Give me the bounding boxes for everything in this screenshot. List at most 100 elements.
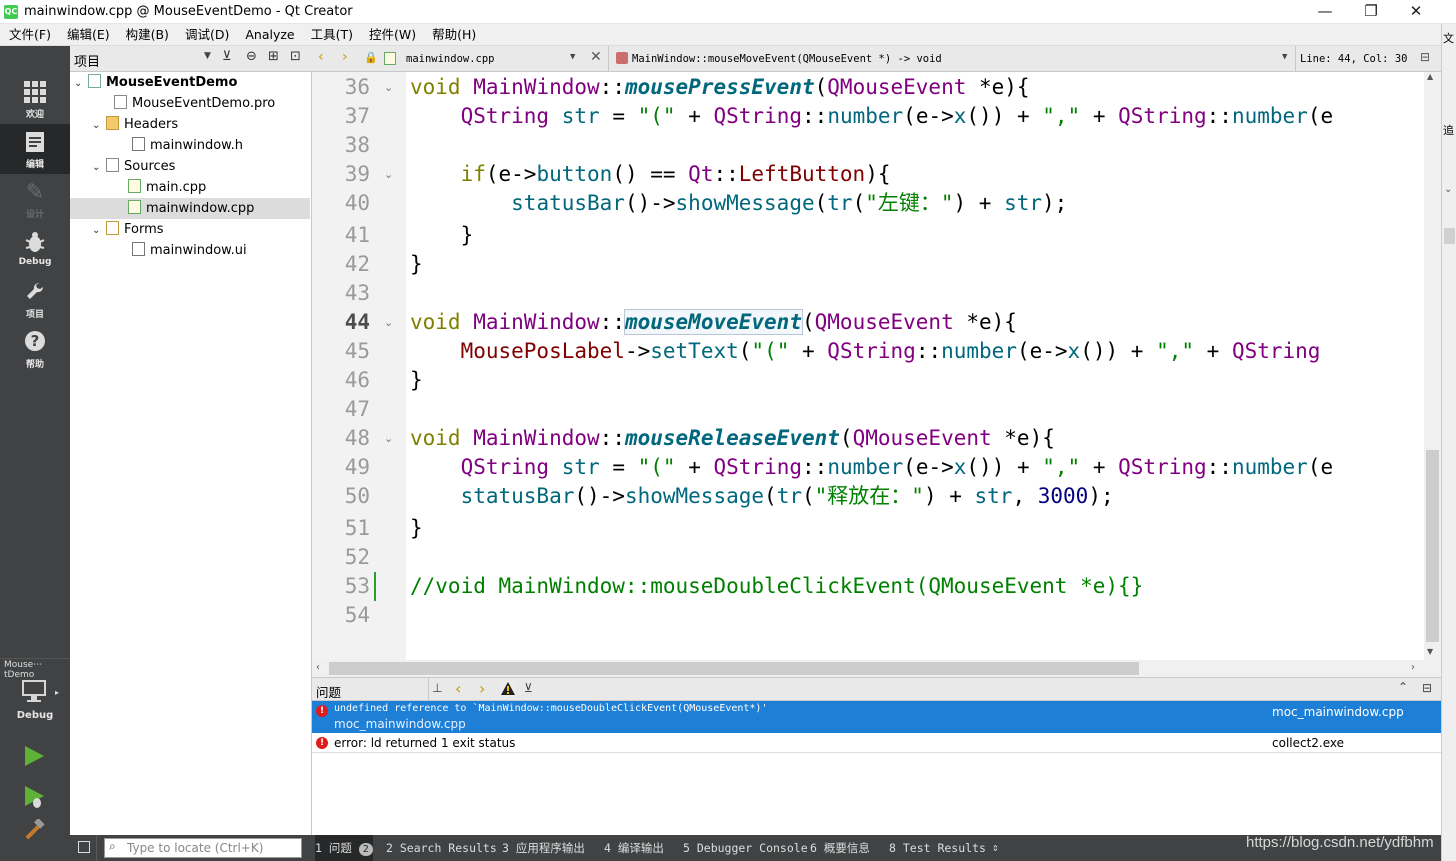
tree-item-label: Headers	[124, 117, 179, 132]
tree-item-label: Forms	[124, 222, 164, 237]
tab-compile-output[interactable]: 4 编译输出	[604, 835, 664, 861]
close-file-icon[interactable]: ✕	[590, 49, 602, 65]
scroll-up-icon[interactable]: ▲	[1427, 72, 1433, 81]
clean-icon[interactable]: ⊥	[432, 681, 442, 695]
tab-debugger-console[interactable]: 5 Debugger Console	[683, 835, 808, 861]
menu-edit[interactable]: 编辑(E)	[58, 24, 117, 46]
line-number: 47	[344, 397, 370, 421]
close-panel-icon[interactable]: ⊡	[290, 49, 301, 64]
fold-marker-icon[interactable]: ⌄	[384, 160, 393, 189]
split-editor-icon[interactable]: ⊟	[1420, 50, 1430, 64]
link-icon[interactable]: ⊖	[246, 49, 257, 64]
warning-filter-icon[interactable]	[500, 681, 516, 697]
back-icon[interactable]: ‹	[318, 49, 324, 65]
mode-welcome[interactable]: 欢迎	[0, 74, 70, 124]
monitor-icon[interactable]	[20, 678, 48, 708]
kit-project-name: Mouse⋯tDemo	[4, 660, 43, 680]
menu-debug[interactable]: 调试(D)	[176, 24, 236, 46]
mode-edit[interactable]: 编辑	[0, 124, 70, 174]
code-line: statusBar()->showMessage(tr("释放在：") + st…	[460, 484, 1114, 508]
tree-item-forms[interactable]: ⌄ Forms	[70, 219, 310, 240]
help-icon: ?	[22, 330, 48, 356]
mode-design[interactable]: ✎ 设计	[0, 174, 70, 224]
fold-marker-icon[interactable]: ⌄	[384, 73, 393, 102]
code-editor[interactable]: void MainWindow::mousePressEvent(QMouseE…	[406, 72, 1424, 660]
line-number: 42	[344, 252, 370, 276]
fold-marker-icon[interactable]: ⌄	[384, 424, 393, 453]
issue-row-selected[interactable]: ! undefined reference to `MainWindow::mo…	[312, 701, 1441, 733]
run-icon[interactable]	[22, 744, 46, 772]
vertical-scrollbar[interactable]: ▲ ▼	[1424, 72, 1441, 660]
file-dropdown-icon[interactable]: ▼	[570, 52, 575, 62]
line-number-gutter: 36 37 38 39 40 41 42 43 44 45 46 47 48 4…	[312, 72, 406, 660]
code-line: void MainWindow::mousePressEvent(QMouseE…	[410, 75, 1030, 99]
right-strip-scroll[interactable]	[1444, 228, 1455, 244]
tree-item-main-cpp[interactable]: main.cpp	[70, 177, 310, 198]
tab-general-messages[interactable]: 6 概要信息	[810, 835, 870, 861]
menu-analyze[interactable]: Analyze	[236, 24, 301, 46]
prev-issue-icon[interactable]: ‹	[455, 679, 461, 698]
close-icon[interactable]: ✕	[1393, 0, 1439, 24]
qt-logo-icon: QC	[4, 5, 18, 19]
mode-debug[interactable]: Debug	[0, 224, 70, 274]
filter-icon[interactable]: ⊻	[524, 681, 533, 695]
vertical-scroll-thumb[interactable]	[1426, 450, 1439, 642]
menu-build[interactable]: 构建(B)	[117, 24, 176, 46]
tree-item-mainwindow-ui[interactable]: mainwindow.ui	[70, 240, 310, 261]
minimize-icon[interactable]: —	[1302, 0, 1348, 24]
line-number: 54	[344, 603, 370, 627]
tree-item-pro-file[interactable]: MouseEventDemo.pro	[70, 93, 310, 114]
tab-issues[interactable]: 1 问题 2	[315, 835, 373, 861]
tab-test-results[interactable]: 8 Test Results	[889, 835, 986, 861]
mode-help[interactable]: ? 帮助	[0, 324, 70, 374]
file-tab-label[interactable]: mainwindow.cpp	[406, 53, 495, 65]
horizontal-scrollbar[interactable]: ‹ ›	[312, 660, 1424, 677]
tab-app-output[interactable]: 3 应用程序输出	[502, 835, 585, 861]
next-issue-icon[interactable]: ›	[479, 679, 485, 698]
search-icon: ⌕	[109, 839, 116, 853]
scroll-down-icon[interactable]: ▼	[1427, 647, 1433, 656]
issue-row[interactable]: ! error: ld returned 1 exit status colle…	[312, 734, 1441, 753]
chevron-down-icon[interactable]: ⌄	[74, 73, 88, 94]
menu-widgets[interactable]: 控件(W)	[360, 24, 423, 46]
issues-toolbar: 问题 ⊥ ‹ › ⊻ ⌃ ⊟	[312, 677, 1441, 701]
tree-item-mainwindow-h[interactable]: mainwindow.h	[70, 135, 310, 156]
maximize-icon[interactable]: ❐	[1348, 0, 1394, 24]
forward-icon[interactable]: ›	[342, 49, 348, 65]
chevron-down-icon[interactable]: ⌄	[92, 220, 106, 241]
panel-dropdown-icon[interactable]: ▼	[204, 51, 211, 61]
more-tabs-icon[interactable]: ⇕	[992, 835, 999, 861]
horizontal-scroll-thumb[interactable]	[329, 662, 1139, 675]
toggle-sidebar-icon[interactable]	[78, 841, 90, 853]
maximize-pane-icon[interactable]: ⌃	[1398, 680, 1408, 694]
tree-item-headers[interactable]: ⌄ Headers	[70, 114, 310, 135]
chevron-down-icon[interactable]: ⌄	[92, 157, 106, 178]
debug-run-icon[interactable]	[22, 784, 46, 814]
chevron-down-icon[interactable]: ⌄	[92, 115, 106, 136]
filter-icon[interactable]: ⊻	[222, 49, 232, 64]
code-line: //void MainWindow::mouseDoubleClickEvent…	[410, 574, 1144, 598]
tree-item-label: main.cpp	[146, 180, 207, 195]
code-line: }	[410, 223, 474, 247]
issues-list: ! undefined reference to `MainWindow::mo…	[312, 701, 1441, 835]
symbol-selector[interactable]: MainWindow::mouseMoveEvent(QMouseEvent *…	[632, 53, 942, 65]
chevron-down-icon[interactable]: ⌄	[1444, 184, 1452, 195]
tree-item-mainwindow-cpp[interactable]: mainwindow.cpp	[70, 198, 310, 219]
tab-search-results[interactable]: 2 Search Results	[386, 835, 497, 861]
fold-marker-icon[interactable]: ⌄	[384, 308, 393, 337]
menu-file[interactable]: 文件(F)	[0, 24, 58, 46]
build-hammer-icon[interactable]	[22, 818, 46, 847]
scroll-left-icon[interactable]: ‹	[316, 662, 320, 673]
grid-icon	[22, 80, 48, 106]
menu-tools[interactable]: 工具(T)	[302, 24, 360, 46]
symbol-dropdown-icon[interactable]: ▼	[1282, 52, 1287, 62]
menu-help[interactable]: 帮助(H)	[423, 24, 483, 46]
tree-item-sources[interactable]: ⌄ Sources	[70, 156, 310, 177]
locator-input[interactable]: Type to locate (Ctrl+K)	[104, 838, 302, 858]
pencil-icon: ✎	[25, 180, 45, 205]
tree-item-project[interactable]: ⌄ MouseEventDemo	[70, 72, 310, 93]
scroll-right-icon[interactable]: ›	[1411, 662, 1415, 673]
split-icon[interactable]: ⊞	[268, 49, 279, 64]
close-pane-icon[interactable]: ⊟	[1422, 681, 1432, 695]
mode-projects[interactable]: 项目	[0, 274, 70, 324]
